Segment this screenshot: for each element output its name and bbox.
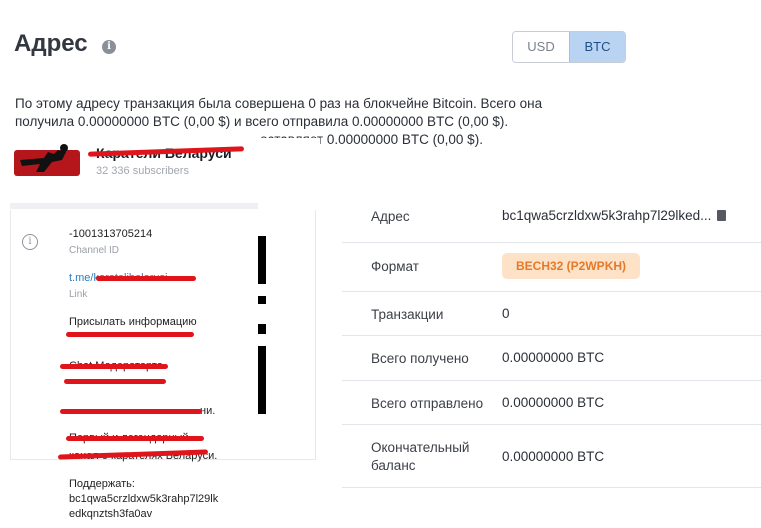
black-bar (258, 324, 266, 334)
currency-toggle[interactable]: USD BTC (512, 31, 626, 63)
row-transactions: Транзакции 0 (342, 292, 761, 336)
support-label: Поддержать: (69, 478, 135, 490)
channel-avatar (14, 144, 80, 176)
copy-icon[interactable] (717, 210, 727, 221)
summary-line-1: По этому адресу транзакция была совершен… (15, 96, 543, 111)
final-balance-label-line-2: баланс (371, 458, 416, 473)
total-sent-label: Всего отправлено (371, 396, 484, 411)
address-label: Адрес (371, 209, 410, 224)
row-address: Адрес bc1qwa5crzldxw5k3rahp7l29lked... (342, 195, 761, 243)
row-total-received: Всего получено 0.00000000 BTC (342, 336, 761, 381)
row-format: Формат BECH32 (P2WPKH) (342, 243, 761, 292)
total-sent-value: 0.00000000 BTC (502, 395, 605, 410)
transactions-label: Транзакции (371, 307, 444, 322)
panel-divider (10, 203, 258, 209)
final-balance-label-line-1: Окончательный (371, 440, 470, 455)
total-received-label: Всего получено (371, 351, 469, 366)
redaction-mark (66, 332, 194, 337)
final-balance-value: 0.00000000 BTC (502, 449, 605, 464)
send-info-text: Присылать информацию (69, 316, 197, 328)
page-title: Адрес (14, 30, 88, 57)
channel-id-label: Channel ID (69, 245, 120, 256)
format-label: Формат (371, 259, 419, 274)
currency-btc-button[interactable]: BTC (569, 32, 625, 62)
row-total-sent: Всего отправлено 0.00000000 BTC (342, 381, 761, 425)
description-fragment: ни. (200, 405, 216, 417)
channel-id: -1001313705214 (69, 228, 153, 240)
redaction-mark (60, 409, 202, 414)
redaction-mark (96, 276, 196, 281)
address-value[interactable]: bc1qwa5crzldxw5k3rahp7l29lked... (502, 208, 727, 223)
redaction-mark (66, 436, 204, 441)
black-bar (258, 346, 266, 414)
transactions-value: 0 (502, 306, 510, 321)
final-balance-label: Окончательный баланс (371, 439, 469, 475)
redaction-mark (60, 364, 168, 369)
info-icon[interactable]: i (102, 40, 116, 54)
support-address-line-1: bc1qwa5crzldxw5k3rahp7l29lk (69, 493, 219, 505)
total-received-value: 0.00000000 BTC (502, 350, 605, 365)
channel-subscribers: 32 336 subscribers (96, 165, 189, 177)
currency-usd-button[interactable]: USD (513, 32, 569, 62)
black-bar (258, 236, 266, 284)
address-value-text[interactable]: bc1qwa5crzldxw5k3rahp7l29lked... (502, 208, 711, 223)
info-circle-icon: i (22, 234, 38, 250)
black-bar (258, 296, 266, 304)
format-badge: BECH32 (P2WPKH) (502, 253, 641, 279)
channel-link-label: Link (69, 289, 88, 300)
summary-line-2: получила 0.00000000 BTC (0,00 $) и всего… (15, 114, 509, 129)
redaction-mark (64, 379, 166, 384)
row-final-balance: Окончательный баланс 0.00000000 BTC (342, 425, 761, 488)
support-address-line-2: edkqnztsh3fa0av (69, 508, 153, 520)
